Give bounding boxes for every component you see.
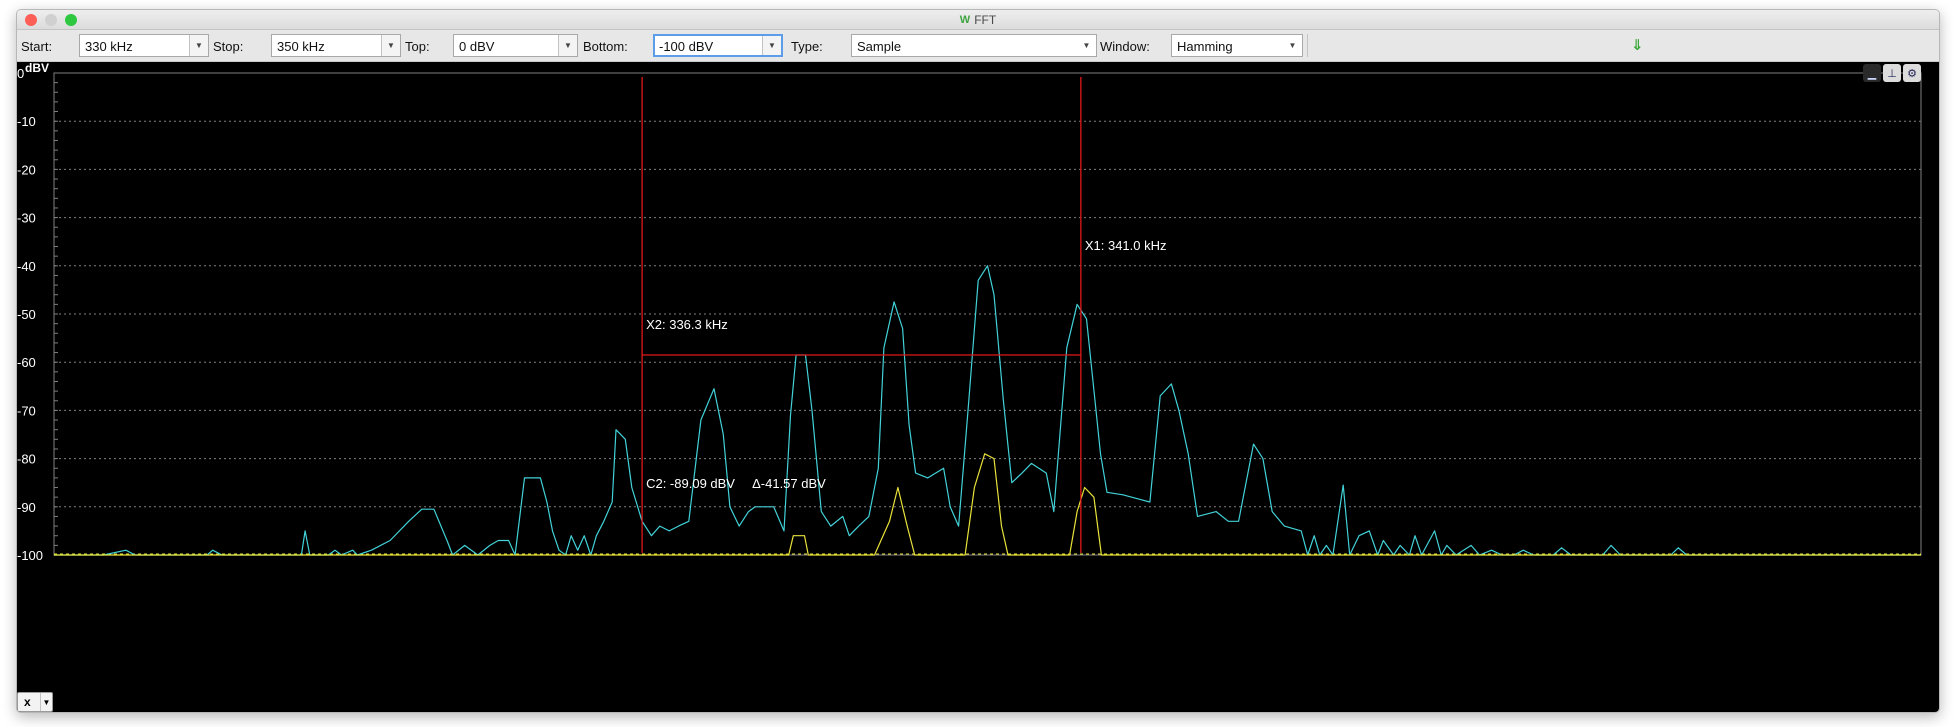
y-tick-label: -60 [17,355,36,370]
delta-label: Δ-41.57 dBV [752,476,826,491]
start-label: Start: [21,39,53,54]
toolbar: Start: 330 kHz ▼ Stop: 350 kHz ▼ Top: 0 … [17,30,1939,62]
y-axis-label: dBV [25,62,49,75]
y-tick-label: -80 [17,452,36,467]
chevron-down-icon[interactable]: ▼ [40,693,52,711]
y-tick-label: -30 [17,211,36,226]
start-combo[interactable]: 330 kHz ▼ [79,34,209,57]
y-tick-label: -20 [17,162,36,177]
y-tick-label: -100 [17,548,43,563]
chevron-down-icon[interactable]: ▼ [558,35,577,56]
window-function-combo[interactable]: Hamming ▼ [1171,34,1303,57]
title-bar: W FFT [17,10,1939,30]
bottom-label: Bottom: [583,39,628,54]
type-value: Sample [857,39,902,54]
download-arrow-icon[interactable]: ⇓ [1631,36,1644,54]
fft-plot[interactable]: 0 -10 -20 -30 -40 -50 -60 -70 -80 -90 -100 dBV X1: 3… [17,62,1940,713]
fft-chart[interactable]: 0 -10 -20 -30 -40 -50 -60 -70 -80 -90 -100 dBV X1: 3… [17,62,1940,713]
chevron-down-icon[interactable]: ▼ [1283,35,1302,56]
chevron-down-icon[interactable]: ▼ [381,35,400,56]
start-value: 330 kHz [85,39,133,54]
cursor-x2-label: X2: 336.3 kHz [646,317,728,332]
settings-gear-icon[interactable]: ⚙ [1903,64,1921,82]
top-label: Top: [405,39,430,54]
y-tick-label: -40 [17,259,36,274]
app-icon: W [959,14,971,26]
top-combo[interactable]: 0 dBV ▼ [453,34,578,57]
type-combo[interactable]: Sample ▼ [851,34,1097,57]
y-tick-label: -90 [17,500,36,515]
cursor-x1-label: X1: 341.0 kHz [1085,238,1167,253]
y-tick-label: -70 [17,403,36,418]
window-function-label: Window: [1100,39,1150,54]
y-tick-label: 0 [17,66,24,81]
chevron-down-icon[interactable]: ▼ [1077,35,1096,56]
axes-icon[interactable]: ⊥ [1883,64,1901,82]
top-value: 0 dBV [459,39,495,54]
bottom-value: -100 dBV [659,39,714,54]
window-title: FFT [974,13,997,27]
stop-value: 350 kHz [277,39,325,54]
type-label: Type: [791,39,823,54]
fft-window: W FFT Start: 330 kHz ▼ Stop: 350 kHz ▼ T… [16,9,1940,713]
cursor-c2-label: C2: -89.09 dBV [646,476,735,491]
trace-second [54,453,1921,556]
stop-label: Stop: [213,39,244,54]
bottom-combo[interactable]: -100 dBV ▼ [653,34,783,57]
y-tick-label: -10 [17,114,36,129]
window-function-value: Hamming [1177,39,1233,54]
stop-combo[interactable]: 350 kHz ▼ [271,34,401,57]
bottom-axis-icon[interactable]: ▁ [1863,64,1881,82]
chevron-down-icon[interactable]: ▼ [762,36,781,55]
toolbar-spacer: ⇓ [1307,34,1937,57]
y-tick-label: -50 [17,307,36,322]
chevron-down-icon[interactable]: ▼ [189,35,208,56]
axis-select[interactable]: x ▼ [17,692,53,712]
axis-select-value: x [24,695,31,709]
